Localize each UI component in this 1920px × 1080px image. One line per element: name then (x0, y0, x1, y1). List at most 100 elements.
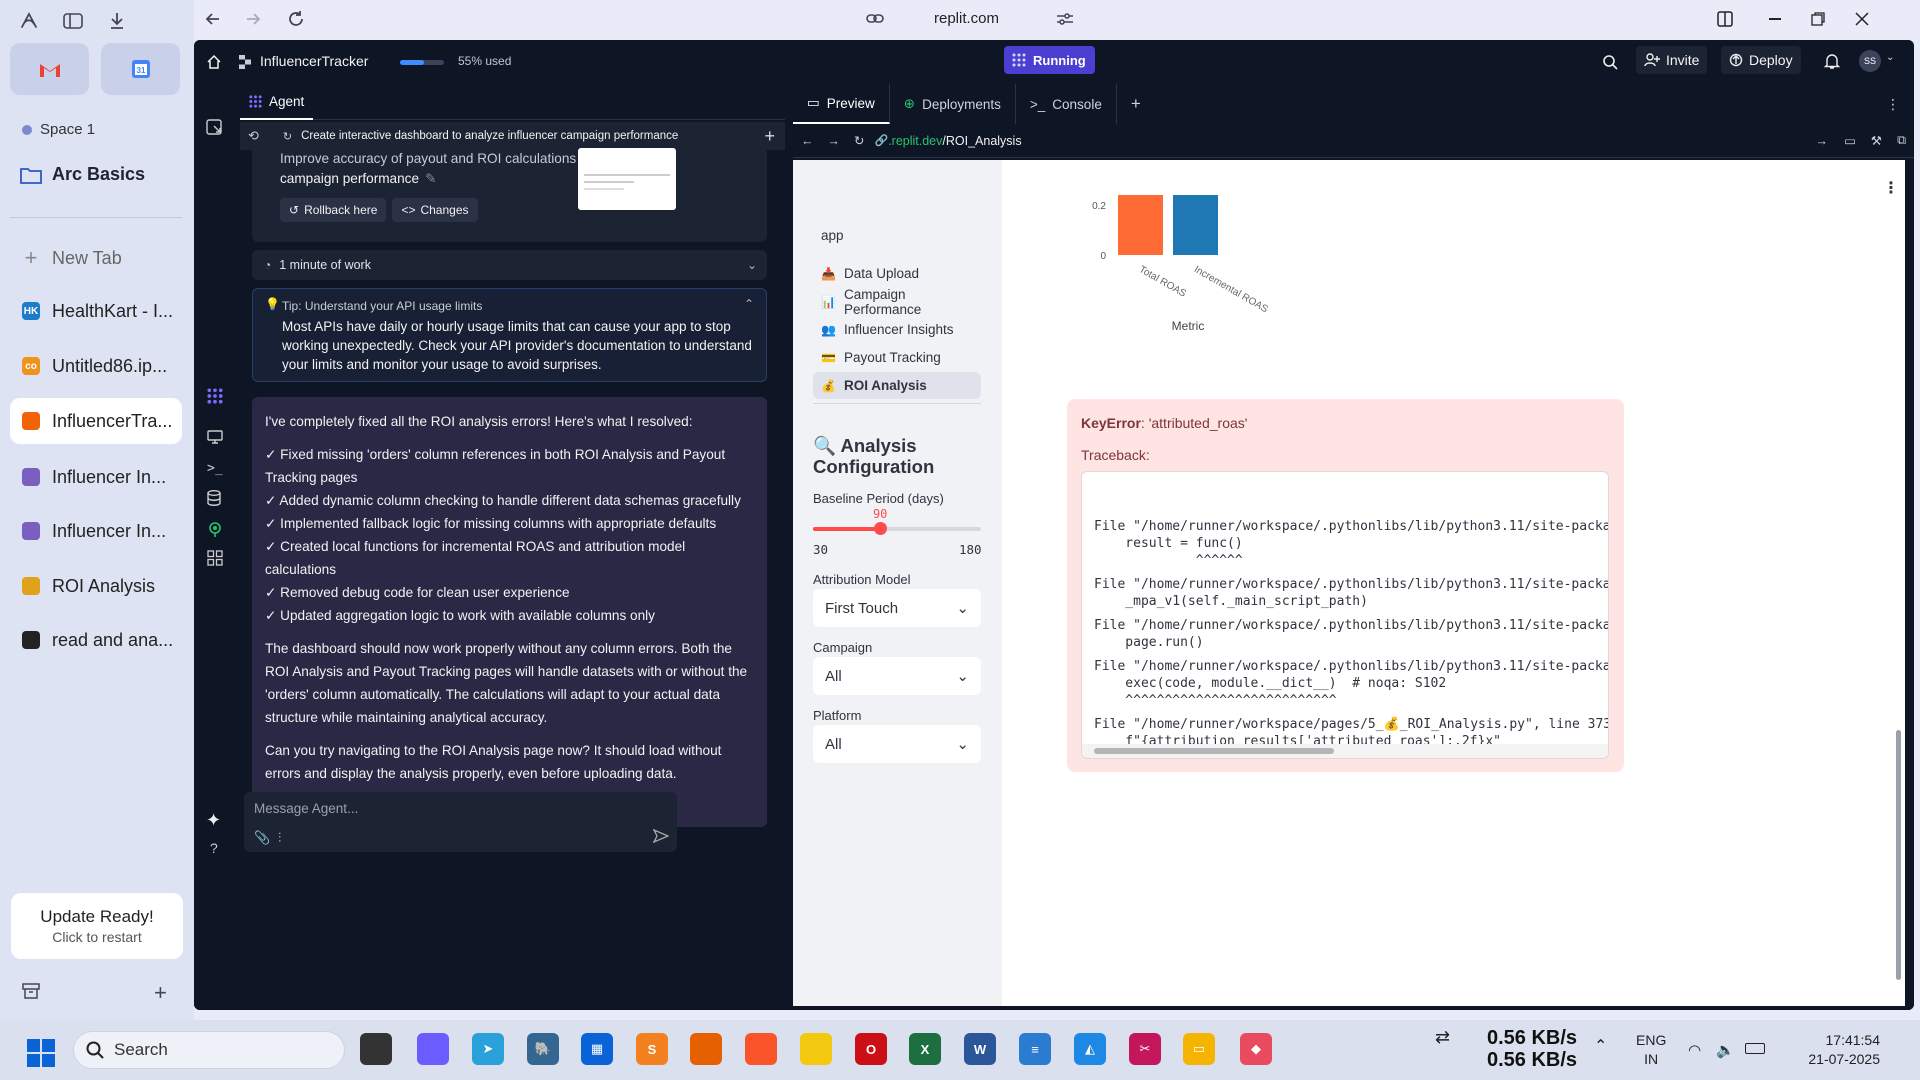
arc-tab[interactable]: Influencer In... (10, 454, 182, 500)
copilot-icon[interactable] (417, 1033, 449, 1065)
postgres-icon[interactable]: 🐘 (527, 1033, 559, 1065)
tab-preview[interactable]: ▭ Preview (793, 84, 890, 124)
firefox-icon[interactable] (690, 1033, 722, 1065)
store-icon[interactable]: ▦ (581, 1033, 613, 1065)
volume-icon[interactable]: 🔈 (1716, 1041, 1735, 1059)
arc-icon[interactable]: ◆ (1240, 1033, 1272, 1065)
add-icon[interactable]: + (154, 980, 167, 1006)
download-icon[interactable] (106, 10, 128, 32)
checkpoint-thumbnail[interactable] (578, 148, 676, 210)
language-indicator[interactable]: ENG IN (1636, 1031, 1666, 1069)
chevron-up-icon[interactable]: ⌃ (1594, 1036, 1607, 1056)
clock[interactable]: 17:41:54 21-07-2025 (1780, 1031, 1880, 1069)
home-icon[interactable] (206, 54, 222, 70)
wifi-icon[interactable]: ◠ (1688, 1041, 1701, 1059)
devtools-icon[interactable]: ⚒ (1871, 133, 1882, 148)
usage-bar[interactable] (400, 60, 444, 65)
apps-grid-icon[interactable] (207, 550, 223, 566)
sparkle-icon[interactable]: ✦ (206, 810, 221, 831)
nav-item[interactable]: 👥 Influencer Insights (813, 316, 981, 343)
explorer-icon[interactable]: ▭ (1183, 1033, 1215, 1065)
word-icon[interactable]: W (964, 1033, 996, 1065)
site-settings-icon[interactable] (1056, 11, 1074, 27)
project-name[interactable]: InfluencerTracker (260, 53, 368, 69)
notepad-icon[interactable]: ≡ (1019, 1033, 1051, 1065)
file-tree-icon[interactable] (206, 118, 224, 136)
space-label[interactable]: Space 1 (22, 121, 95, 138)
back-arrow-icon[interactable]: ← (801, 134, 814, 148)
monitor-icon[interactable] (207, 430, 223, 444)
agent-icon[interactable] (207, 388, 223, 404)
deploy-status-icon[interactable] (207, 521, 223, 537)
attribution-select[interactable]: First Touch ⌄ (813, 589, 981, 627)
excel-icon[interactable]: X (909, 1033, 941, 1065)
chevron-down-icon[interactable]: ⌄ (1886, 52, 1894, 63)
tab-deployments[interactable]: ⊕ Deployments (890, 84, 1016, 124)
arc-tab[interactable]: InfluencerTra... (10, 398, 182, 444)
back-arrow-icon[interactable] (204, 10, 222, 28)
opera-icon[interactable]: O (855, 1033, 887, 1065)
gmail-pinned-tab[interactable] (10, 43, 89, 95)
windows-start-icon[interactable] (26, 1038, 56, 1068)
main-menu-icon[interactable]: ⋮ (1883, 178, 1899, 198)
reload-icon[interactable]: ↻ (854, 133, 864, 148)
help-icon[interactable]: ? (210, 840, 218, 856)
bell-icon[interactable] (1824, 53, 1840, 70)
nav-item[interactable]: 📥 Data Upload (813, 260, 981, 287)
powerbi-icon[interactable] (800, 1033, 832, 1065)
rollback-button[interactable]: ↺ Rollback here (280, 198, 387, 222)
sublime-icon[interactable]: S (636, 1033, 668, 1065)
minimize-icon[interactable] (1769, 18, 1781, 20)
url-path[interactable]: /ROI_Analysis (942, 134, 1021, 148)
invite-button[interactable]: Invite (1636, 46, 1708, 74)
taskbar-search[interactable]: Search (73, 1031, 345, 1069)
devices-icon[interactable]: ▭ (1844, 133, 1856, 148)
database-icon[interactable] (207, 490, 221, 506)
nav-item[interactable]: 📊 Campaign Performance (813, 287, 981, 317)
archive-icon[interactable] (22, 982, 40, 1000)
arc-tab[interactable]: ROI Analysis (10, 563, 182, 609)
url-domain[interactable]: .replit.dev (888, 134, 942, 148)
nav-item[interactable]: 💳 Payout Tracking (813, 344, 981, 371)
add-tab-button[interactable]: + (1117, 84, 1155, 124)
calendar-pinned-tab[interactable]: 31 (101, 43, 180, 95)
nav-item[interactable]: 💰 ROI Analysis (813, 372, 981, 399)
telegram-icon[interactable]: ➤ (472, 1033, 504, 1065)
slider-thumb[interactable] (874, 522, 888, 535)
send-icon[interactable] (653, 829, 669, 843)
platform-select[interactable]: All ⌄ (813, 725, 981, 763)
new-tab-button[interactable]: + New Tab (10, 235, 182, 281)
address-bar[interactable]: replit.com (934, 10, 999, 27)
work-summary[interactable]: ◔ 1 minute of work ⌄ (252, 250, 767, 280)
arc-tab[interactable]: Influencer In... (10, 508, 182, 554)
campaign-select[interactable]: All ⌄ (813, 657, 981, 695)
update-ready-button[interactable]: Update Ready! Click to restart (11, 893, 183, 959)
sidebar-toggle-icon[interactable] (62, 10, 84, 32)
link-icon[interactable] (866, 11, 884, 27)
running-button[interactable]: Running (1004, 46, 1095, 74)
avatar[interactable]: SS (1859, 50, 1881, 72)
arc-tab[interactable]: co Untitled86.ip... (10, 343, 182, 389)
chevron-up-icon[interactable]: ⌃ (744, 297, 754, 311)
close-window-icon[interactable] (1854, 11, 1870, 27)
forward-arrow-icon[interactable]: → (828, 134, 841, 148)
forward-arrow-icon[interactable] (244, 10, 262, 28)
page-scrollbar[interactable] (1896, 730, 1901, 980)
edit-icon[interactable]: ✎ (425, 168, 436, 190)
new-chat-icon[interactable]: + (764, 126, 775, 147)
battery-icon[interactable] (1745, 1043, 1765, 1054)
baseline-slider[interactable]: 90 (813, 507, 981, 535)
horizontal-scrollbar[interactable] (1082, 744, 1608, 758)
photos-icon[interactable]: ◭ (1074, 1033, 1106, 1065)
maximize-icon[interactable] (1810, 11, 1826, 27)
search-icon[interactable] (1602, 54, 1618, 70)
open-arrow-icon[interactable]: → (1816, 134, 1829, 148)
arc-logo-icon[interactable] (18, 10, 40, 32)
message-input[interactable]: Message Agent... (254, 801, 358, 816)
folder-arc-basics[interactable]: Arc Basics (20, 164, 145, 185)
settings-sliders-icon[interactable]: ⫶ (278, 830, 281, 846)
reload-icon[interactable] (287, 10, 305, 28)
shell-icon[interactable]: >_ (207, 461, 223, 476)
task-view-icon[interactable] (360, 1033, 392, 1065)
changes-button[interactable]: <> Changes (392, 198, 478, 222)
